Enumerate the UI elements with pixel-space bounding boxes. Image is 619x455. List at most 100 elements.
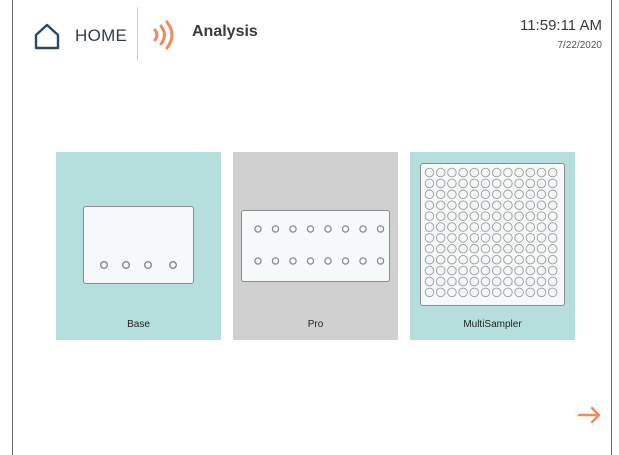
plate-well xyxy=(547,189,558,200)
plate-well xyxy=(447,276,457,287)
pro-port-hole xyxy=(376,225,385,233)
plate-well xyxy=(503,254,513,265)
pro-device-illustration xyxy=(241,210,390,282)
plate-well xyxy=(424,167,435,178)
header-bar: HOME Analysis 11:59:11 AM 7/22/2020 xyxy=(13,1,611,63)
plate-well xyxy=(491,233,502,243)
plate-well xyxy=(469,222,480,232)
plate-well xyxy=(424,178,435,189)
plate-well xyxy=(435,200,446,210)
plate-well xyxy=(503,167,513,178)
pro-port-hole xyxy=(289,225,297,233)
plate-well xyxy=(536,233,547,243)
plate-well xyxy=(447,233,457,243)
plate-well xyxy=(536,265,547,276)
card-pro[interactable]: Pro xyxy=(233,152,398,340)
plate-well xyxy=(525,222,536,232)
plate-well xyxy=(503,276,513,287)
plate-well xyxy=(491,222,502,232)
plate-well xyxy=(525,265,536,276)
pro-port-hole xyxy=(271,225,280,233)
plate-well xyxy=(491,244,502,254)
plate-well xyxy=(547,287,558,298)
home-button[interactable]: HOME xyxy=(33,19,127,53)
plate-well xyxy=(447,265,457,276)
pro-port-hole xyxy=(324,257,332,265)
plate-well xyxy=(469,189,480,200)
arrow-right-icon[interactable] xyxy=(575,400,605,430)
plate-well xyxy=(435,265,446,276)
card-label-pro: Pro xyxy=(307,319,324,330)
pro-port-hole xyxy=(376,257,385,265)
pro-port-hole xyxy=(289,257,297,265)
plate-well xyxy=(469,200,480,210)
plate-well xyxy=(480,222,491,232)
plate-well xyxy=(447,167,457,178)
home-icon xyxy=(34,23,60,50)
plate-well xyxy=(435,276,446,287)
plate-well xyxy=(458,244,468,254)
plate-well xyxy=(525,233,536,243)
plate-well xyxy=(547,178,558,189)
plate-well xyxy=(435,254,446,265)
plate-well xyxy=(447,200,457,210)
plate-well xyxy=(480,276,491,287)
plate-well xyxy=(536,200,547,210)
plate-well xyxy=(469,211,480,221)
plate-well xyxy=(536,244,547,254)
pro-port-hole xyxy=(271,257,280,265)
plate-well xyxy=(480,233,491,243)
plate-well xyxy=(547,276,558,287)
pro-port-hole xyxy=(306,225,315,233)
plate-well xyxy=(447,178,457,189)
plate-well xyxy=(435,244,446,254)
plate-well xyxy=(435,189,446,200)
plate-well xyxy=(536,167,547,178)
plate-well xyxy=(424,265,435,276)
card-base[interactable]: Base xyxy=(56,152,221,340)
plate-well xyxy=(514,222,524,232)
plate-well xyxy=(435,178,446,189)
plate-well xyxy=(458,222,468,232)
plate-well xyxy=(503,178,513,189)
plate-well xyxy=(503,211,513,221)
plate-well xyxy=(503,287,513,298)
plate-well xyxy=(547,211,558,221)
plate-well xyxy=(424,276,435,287)
sound-waves-icon xyxy=(153,20,174,50)
base-device-illustration xyxy=(83,206,194,284)
card-label-multisampler: MultiSampler xyxy=(463,319,522,330)
plate-well xyxy=(458,287,468,298)
plate-well xyxy=(480,189,491,200)
plate-well xyxy=(435,287,446,298)
plate-well xyxy=(458,276,468,287)
plate-well xyxy=(491,211,502,221)
plate-well xyxy=(525,211,536,221)
plate-well xyxy=(458,189,468,200)
plate-well xyxy=(424,254,435,265)
plate-well xyxy=(536,189,547,200)
plate-well xyxy=(491,276,502,287)
plate-well xyxy=(458,200,468,210)
plate-well xyxy=(469,178,480,189)
plate-well xyxy=(469,233,480,243)
plate-well xyxy=(514,167,524,178)
plate-well xyxy=(424,233,435,243)
card-multisampler[interactable]: MultiSampler xyxy=(410,152,575,340)
pro-port-hole xyxy=(306,257,315,265)
plate-well xyxy=(525,244,536,254)
plate-well xyxy=(514,200,524,210)
plate-well xyxy=(447,189,457,200)
plate-well xyxy=(435,233,446,243)
plate-well xyxy=(447,244,457,254)
plate-well xyxy=(525,254,536,265)
plate-well xyxy=(503,189,513,200)
plate-well xyxy=(469,254,480,265)
plate-well xyxy=(480,211,491,221)
pro-port-hole xyxy=(324,225,332,233)
plate-well xyxy=(458,233,468,243)
plate-well xyxy=(525,287,536,298)
clock: 11:59:11 AM 7/22/2020 xyxy=(520,17,602,51)
plate-well xyxy=(503,222,513,232)
plate-well xyxy=(536,222,547,232)
